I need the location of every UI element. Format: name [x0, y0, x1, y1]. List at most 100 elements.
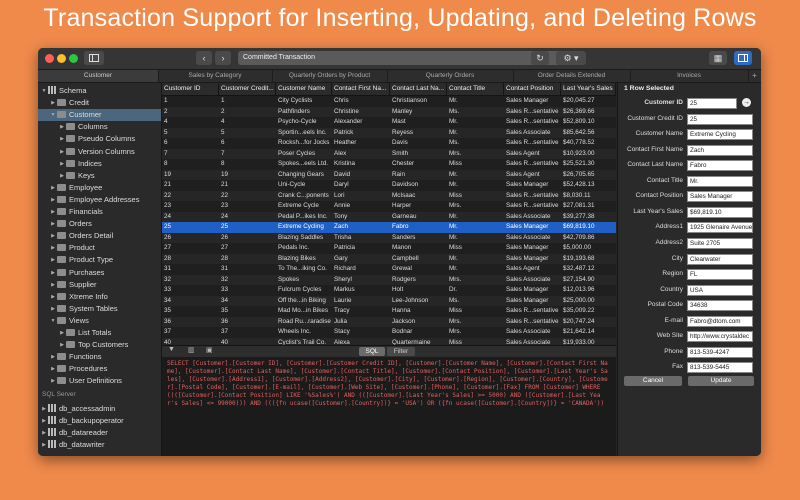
column-header[interactable]: Contact Title: [447, 83, 504, 95]
go-arrow-icon[interactable]: →: [742, 98, 751, 107]
tab-customer[interactable]: Customer: [38, 70, 159, 82]
table-row[interactable]: 2 2 Pathfinders Christine Manley Ms. Sales R..…: [162, 106, 616, 117]
table-row[interactable]: 7 7 Poser Cycles Alex Smith Mrs. Sales Agent $1…: [162, 148, 616, 159]
disclosure-closed-icon[interactable]: ▶: [49, 303, 57, 315]
disclosure-closed-icon[interactable]: ▶: [58, 158, 66, 170]
collapse-icon[interactable]: ▼: [168, 346, 175, 353]
table-row[interactable]: 36 36 Road Ru...raradise Julia Jackson Mrs. Sa…: [162, 316, 616, 327]
refresh-button[interactable]: ↻: [531, 51, 549, 65]
sidebar-item-procedures[interactable]: ▶ Procedures: [38, 363, 161, 375]
disclosure-closed-icon[interactable]: ▶: [49, 363, 57, 375]
sidebar-item-system-tables[interactable]: ▶ System Tables: [38, 303, 161, 315]
disclosure-closed-icon[interactable]: ▶: [58, 327, 66, 339]
sidebar-item-product[interactable]: ▶ Product: [38, 242, 161, 254]
disclosure-closed-icon[interactable]: ▶: [58, 170, 66, 182]
disclosure-closed-icon[interactable]: ▶: [40, 427, 48, 439]
sidebar-item-keys[interactable]: ▶ Keys: [38, 170, 161, 182]
disclosure-closed-icon[interactable]: ▶: [49, 242, 57, 254]
disclosure-closed-icon[interactable]: ▶: [49, 254, 57, 266]
country-field[interactable]: USA: [687, 285, 753, 296]
table-row[interactable]: 23 23 Extreme Cycle Annie Harper Mrs. Sales R.…: [162, 201, 616, 212]
sidebar-item-supplier[interactable]: ▶ Supplier: [38, 279, 161, 291]
contact-position-field[interactable]: Sales Manager: [687, 191, 753, 202]
column-header[interactable]: Contact Position: [504, 83, 561, 95]
sidebar-item-db-datareader[interactable]: ▶ db_datareader: [38, 427, 161, 439]
last-year-s-sales-field[interactable]: $69,819.10: [687, 207, 753, 218]
disclosure-closed-icon[interactable]: ▶: [49, 291, 57, 303]
book-icon[interactable]: ▥: [188, 346, 195, 354]
back-button[interactable]: ‹: [196, 51, 212, 65]
sidebar-item-xtreme-info[interactable]: ▶ Xtreme Info: [38, 291, 161, 303]
column-header[interactable]: Customer Name: [276, 83, 332, 95]
sidebar-item-db-backupoperator[interactable]: ▶ db_backupoperator: [38, 415, 161, 427]
customer-credit-id-field[interactable]: 25: [687, 114, 753, 125]
customer-id-field[interactable]: 25: [687, 98, 737, 109]
column-header[interactable]: Contact First Na...: [332, 83, 390, 95]
table-row[interactable]: 24 24 Pedal P...ikes Inc. Tony Garneau Mr. Sal…: [162, 211, 616, 222]
sidebar-item-pseudo-columns[interactable]: ▶ Pseudo Columns: [38, 133, 161, 145]
disclosure-closed-icon[interactable]: ▶: [49, 230, 57, 242]
tab-quarterly-orders-by-product[interactable]: Quarterly Orders by Product: [272, 70, 388, 82]
disclosure-closed-icon[interactable]: ▶: [49, 218, 57, 230]
sql-tab[interactable]: SQL: [359, 347, 385, 356]
tab-order-details-extended[interactable]: Order Details Extended: [513, 70, 631, 82]
disclosure-open-icon[interactable]: ▼: [49, 315, 57, 327]
sidebar-item-user-definitions[interactable]: ▶ User Definitions: [38, 375, 161, 387]
tab-invoices[interactable]: Invoices: [630, 70, 749, 82]
tab-sales-by-category[interactable]: Sales by Category: [158, 70, 273, 82]
update-button[interactable]: Update: [688, 376, 754, 386]
table-row[interactable]: 21 21 Uni-Cycle Daryl Davidson Mr. Sales Manag…: [162, 180, 616, 191]
city-field[interactable]: Clearwater: [687, 254, 753, 265]
address1-field[interactable]: 1925 Glenaire Avenue: [687, 222, 753, 233]
sidebar-item-credit[interactable]: ▶ Credit: [38, 97, 161, 109]
disclosure-closed-icon[interactable]: ▶: [58, 133, 66, 145]
disclosure-closed-icon[interactable]: ▶: [58, 339, 66, 351]
sidebar-item-indices[interactable]: ▶ Indices: [38, 158, 161, 170]
disclosure-open-icon[interactable]: ▼: [40, 85, 48, 97]
table-row[interactable]: 5 5 Sportin...eels Inc. Patrick Reyess Mr. Sal…: [162, 127, 616, 138]
sql-editor[interactable]: SELECT [Customer].[Customer ID], [Custom…: [162, 357, 616, 456]
table-row[interactable]: 22 22 Crank C...ponents Lori McIsaac Miss Sale…: [162, 190, 616, 201]
column-header[interactable]: Contact Last Na...: [390, 83, 447, 95]
table-row[interactable]: 19 19 Changing Gears David Rain Mr. Sales Agen…: [162, 169, 616, 180]
add-tab-button[interactable]: +: [748, 70, 761, 82]
play-icon[interactable]: ▣: [206, 346, 213, 354]
contact-last-name-field[interactable]: Fabro: [687, 160, 753, 171]
table-row[interactable]: 6 6 Rocksh...for Jocks Heather Davis Ms. Sales…: [162, 138, 616, 149]
table-row[interactable]: 4 4 Psycho-Cycle Alexander Mast Mr. Sales R...…: [162, 117, 616, 128]
disclosure-closed-icon[interactable]: ▶: [40, 415, 48, 427]
table-row[interactable]: 35 35 Mad Mo...in Bikes Tracy Hanna Miss Sales…: [162, 306, 616, 317]
disclosure-closed-icon[interactable]: ▶: [49, 267, 57, 279]
sidebar-item-schema[interactable]: ▼ Schema: [38, 85, 161, 97]
disclosure-closed-icon[interactable]: ▶: [49, 97, 57, 109]
close-window-button[interactable]: [45, 54, 54, 63]
table-row[interactable]: 1 1 City Cyclists Chris Christianson Mr. Sales…: [162, 96, 616, 107]
disclosure-closed-icon[interactable]: ▶: [49, 194, 57, 206]
sidebar-item-employee-addresses[interactable]: ▶ Employee Addresses: [38, 194, 161, 206]
disclosure-closed-icon[interactable]: ▶: [49, 351, 57, 363]
table-row[interactable]: 32 32 Spokes Sheryl Rodgers Mrs. Sales Associa…: [162, 274, 616, 285]
web-site-field[interactable]: http://www.crystaldec: [687, 331, 753, 342]
disclosure-closed-icon[interactable]: ▶: [58, 121, 66, 133]
cancel-button[interactable]: Cancel: [624, 376, 682, 386]
table-row[interactable]: 26 26 Blazing Saddles Trisha Sanders Mr. Sales…: [162, 232, 616, 243]
contact-first-name-field[interactable]: Zach: [687, 145, 753, 156]
sidebar-item-orders[interactable]: ▶ Orders: [38, 218, 161, 230]
disclosure-closed-icon[interactable]: ▶: [58, 146, 66, 158]
sidebar-item-orders-detail[interactable]: ▶ Orders Detail: [38, 230, 161, 242]
disclosure-closed-icon[interactable]: ▶: [49, 206, 57, 218]
disclosure-closed-icon[interactable]: ▶: [49, 182, 57, 194]
column-header[interactable]: Customer ID: [162, 83, 219, 95]
detail-panel-toggle-button[interactable]: [734, 51, 752, 65]
sidebar-item-top-customers[interactable]: ▶ Top Customers: [38, 339, 161, 351]
table-row[interactable]: 27 27 Pedals Inc. Patricia Manon Miss Sales Ma…: [162, 243, 616, 254]
filter-tab[interactable]: Filter: [387, 347, 415, 356]
zoom-window-button[interactable]: [69, 54, 78, 63]
sidebar-item-version-columns[interactable]: ▶ Version Columns: [38, 146, 161, 158]
e-mail-field[interactable]: Fabro@dtom.com: [687, 316, 753, 327]
table-row[interactable]: 28 28 Blazing Bikes Gary Campbell Mr. Sales Ma…: [162, 253, 616, 264]
table-row[interactable]: 37 37 Wheels Inc. Stacy Bodnar Mrs. Sales Asso…: [162, 327, 616, 338]
fax-field[interactable]: 813-539-5445: [687, 362, 753, 373]
sidebar-item-customer[interactable]: ▼ Customer: [38, 109, 161, 122]
disclosure-closed-icon[interactable]: ▶: [49, 375, 57, 387]
